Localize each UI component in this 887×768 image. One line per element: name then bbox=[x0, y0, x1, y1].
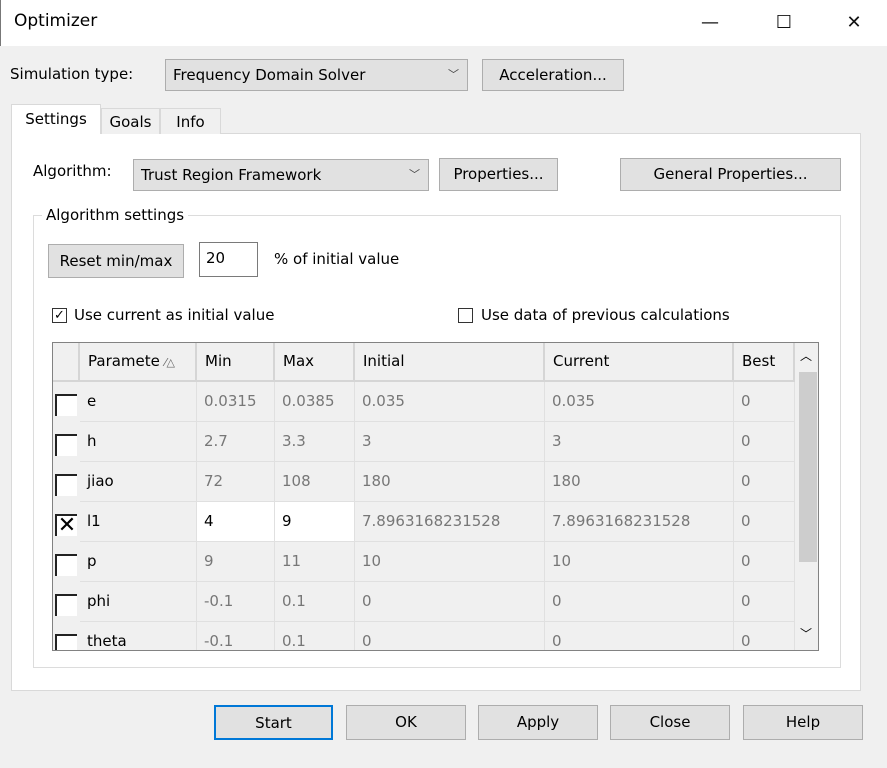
simulation-type-value: Frequency Domain Solver bbox=[173, 66, 366, 84]
row-checkbox[interactable] bbox=[55, 554, 77, 576]
minimize-button[interactable]: — bbox=[687, 8, 733, 38]
row-checkbox[interactable] bbox=[55, 594, 77, 616]
cell-name: l1 bbox=[80, 502, 197, 542]
ok-button[interactable]: OK bbox=[346, 705, 466, 740]
cell-best: 0 bbox=[734, 462, 795, 502]
chevron-down-icon: ﹀ bbox=[448, 68, 459, 81]
cell-current: 10 bbox=[545, 542, 734, 582]
cell-min[interactable]: -0.1 bbox=[197, 622, 275, 650]
cell-name: jiao bbox=[80, 462, 197, 502]
cell-current: 180 bbox=[545, 462, 734, 502]
cell-initial[interactable]: 0.035 bbox=[355, 382, 545, 422]
cell-max[interactable]: 0.1 bbox=[275, 622, 355, 650]
cell-name: h bbox=[80, 422, 197, 462]
cell-initial[interactable]: 7.8963168231528 bbox=[355, 502, 545, 542]
percent-input[interactable]: 20 bbox=[199, 242, 258, 277]
column-header-min[interactable]: Min bbox=[197, 343, 275, 382]
column-header-best[interactable]: Best bbox=[734, 343, 795, 382]
chevron-down-icon: ﹀ bbox=[409, 168, 420, 181]
reset-min-max-button[interactable]: Reset min/max bbox=[48, 244, 184, 278]
scroll-up-icon[interactable]: ︿ bbox=[800, 347, 812, 364]
cell-best: 0 bbox=[734, 382, 795, 422]
column-header-max[interactable]: Max bbox=[275, 343, 355, 382]
cell-current: 3 bbox=[545, 422, 734, 462]
cell-min[interactable]: -0.1 bbox=[197, 582, 275, 622]
cell-min[interactable]: 2.7 bbox=[197, 422, 275, 462]
cell-name: theta bbox=[80, 622, 197, 650]
general-properties-button[interactable]: General Properties... bbox=[620, 158, 841, 191]
cell-max[interactable]: 0.1 bbox=[275, 582, 355, 622]
start-button[interactable]: Start bbox=[214, 705, 333, 740]
use-previous-checkbox[interactable] bbox=[458, 308, 473, 323]
cell-current: 7.8963168231528 bbox=[545, 502, 734, 542]
close-window-button[interactable]: ✕ bbox=[831, 8, 877, 38]
cell-max[interactable]: 108 bbox=[275, 462, 355, 502]
simulation-type-select[interactable]: Frequency Domain Solver ﹀ bbox=[165, 59, 468, 91]
properties-button[interactable]: Properties... bbox=[439, 158, 558, 191]
cell-best: 0 bbox=[734, 502, 795, 542]
scrollbar-thumb[interactable] bbox=[799, 372, 817, 562]
cell-max[interactable]: 3.3 bbox=[275, 422, 355, 462]
sort-ascending-icon: ⁄△ bbox=[164, 356, 175, 369]
cell-best: 0 bbox=[734, 622, 795, 650]
column-header-parameter[interactable]: Paramete ⁄△ bbox=[80, 343, 197, 382]
title-bar: Optimizer — ☐ ✕ bbox=[0, 0, 887, 46]
percent-label: % of initial value bbox=[274, 250, 400, 268]
cell-current: 0.035 bbox=[545, 382, 734, 422]
cell-min[interactable]: 0.0315 bbox=[197, 382, 275, 422]
cell-max[interactable]: 0.0385 bbox=[275, 382, 355, 422]
algorithm-settings-title: Algorithm settings bbox=[42, 206, 189, 224]
tab-settings[interactable]: Settings bbox=[11, 104, 101, 134]
header-checkbox-column bbox=[53, 343, 80, 382]
close-button[interactable]: Close bbox=[610, 705, 730, 740]
cell-initial[interactable]: 10 bbox=[355, 542, 545, 582]
row-checkbox[interactable] bbox=[55, 394, 77, 416]
algorithm-select[interactable]: Trust Region Framework ﹀ bbox=[133, 159, 429, 191]
cell-max[interactable]: 11 bbox=[275, 542, 355, 582]
algorithm-value: Trust Region Framework bbox=[141, 166, 322, 184]
row-checkbox[interactable] bbox=[55, 634, 77, 650]
cell-best: 0 bbox=[734, 582, 795, 622]
column-header-current[interactable]: Current bbox=[545, 343, 734, 382]
cell-best: 0 bbox=[734, 542, 795, 582]
cell-initial[interactable]: 3 bbox=[355, 422, 545, 462]
cell-max[interactable]: 9 bbox=[275, 502, 355, 542]
column-header-initial[interactable]: Initial bbox=[355, 343, 545, 382]
algorithm-label: Algorithm: bbox=[33, 162, 112, 180]
cell-name: phi bbox=[80, 582, 197, 622]
help-button[interactable]: Help bbox=[743, 705, 863, 740]
acceleration-button[interactable]: Acceleration... bbox=[482, 59, 624, 91]
column-header-label: Paramete bbox=[88, 352, 160, 370]
cell-name: p bbox=[80, 542, 197, 582]
tab-info[interactable]: Info bbox=[160, 108, 221, 134]
cell-min[interactable]: 72 bbox=[197, 462, 275, 502]
tab-goals[interactable]: Goals bbox=[101, 108, 160, 134]
cell-current: 0 bbox=[545, 622, 734, 650]
parameter-table: Paramete ⁄△ Min Max Initial Current Best… bbox=[52, 342, 819, 651]
cell-initial[interactable]: 0 bbox=[355, 622, 545, 650]
cell-initial[interactable]: 0 bbox=[355, 582, 545, 622]
simulation-type-label: Simulation type: bbox=[10, 65, 134, 83]
row-checkbox[interactable]: ✕ bbox=[55, 514, 77, 537]
use-previous-label: Use data of previous calculations bbox=[481, 306, 730, 324]
cell-current: 0 bbox=[545, 582, 734, 622]
row-checkbox[interactable] bbox=[55, 474, 77, 496]
cell-min[interactable]: 9 bbox=[197, 542, 275, 582]
apply-button[interactable]: Apply bbox=[478, 705, 598, 740]
row-checkbox[interactable] bbox=[55, 434, 77, 456]
maximize-button[interactable]: ☐ bbox=[761, 8, 807, 38]
window-title: Optimizer bbox=[14, 11, 98, 31]
use-current-checkbox[interactable]: ✓ bbox=[52, 308, 67, 323]
use-current-label: Use current as initial value bbox=[74, 306, 275, 324]
cell-min[interactable]: 4 bbox=[197, 502, 275, 542]
cell-name: e bbox=[80, 382, 197, 422]
scroll-down-icon[interactable]: ﹀ bbox=[800, 625, 812, 642]
cell-initial[interactable]: 180 bbox=[355, 462, 545, 502]
cell-best: 0 bbox=[734, 422, 795, 462]
